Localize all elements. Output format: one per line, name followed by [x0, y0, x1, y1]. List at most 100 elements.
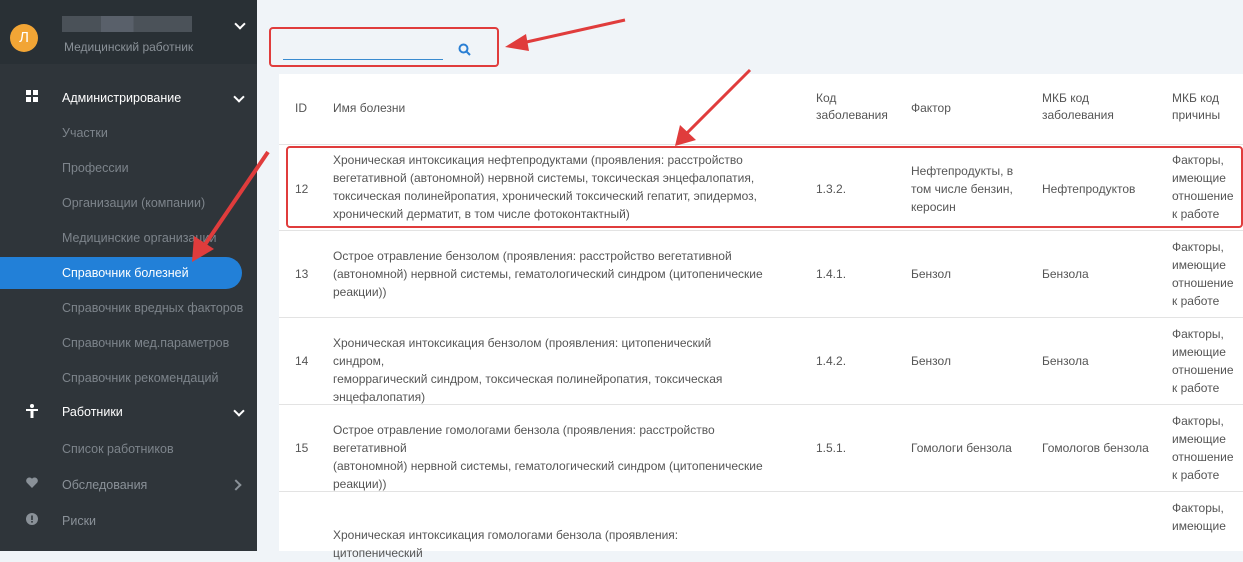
main-content: ID Имя болезни Код заболевания Фактор МКБ…: [257, 0, 1243, 560]
column-header-name[interactable]: Имя болезни: [333, 100, 405, 117]
cell-disease-name: Острое отравление бензолом (проявления: …: [333, 247, 763, 301]
table-row[interactable]: 14 Хроническая интоксикация бензолом (пр…: [279, 318, 1243, 405]
user-name-redacted: [62, 16, 192, 32]
cell-cause: Факторы, имеющие отношение к работе: [1172, 325, 1234, 397]
cell-factor: Бензол: [911, 267, 951, 281]
column-header-code-line2: заболевания: [816, 108, 888, 122]
sidebar-group-label: Обследования: [62, 478, 148, 492]
column-header-mkb-line1: МКБ код: [1042, 91, 1089, 105]
column-header-id[interactable]: ID: [295, 100, 307, 117]
search-input[interactable]: [283, 43, 443, 60]
sidebar-item-areas[interactable]: Участки: [0, 117, 257, 149]
table-row[interactable]: Хроническая интоксикация гомологами бенз…: [279, 492, 1243, 560]
sidebar-group-risks[interactable]: Риски: [0, 505, 257, 537]
cause-line: Факторы,: [1172, 501, 1224, 515]
user-profile[interactable]: Л Медицинский работник: [0, 0, 257, 64]
cell-mkb: Бензола: [1042, 354, 1089, 368]
sidebar-item-label: Список работников: [62, 442, 174, 456]
sidebar-group-workers[interactable]: Работники: [0, 396, 257, 428]
cell-mkb: Гомологов бензола: [1042, 441, 1149, 455]
column-header-mkb-line2: заболевания: [1042, 108, 1114, 122]
cause-line: к работе: [1172, 207, 1220, 221]
cell-code: 1.5.1.: [816, 441, 847, 455]
cell-code: 1.3.2.: [816, 182, 847, 196]
sidebar-item-label: Справочник вредных факторов: [62, 301, 244, 315]
sidebar-item-harmful-factors[interactable]: Справочник вредных факторов: [0, 292, 257, 324]
sidebar-item-label: Справочник рекомендаций: [62, 371, 219, 385]
name-line: Хроническая интоксикация нефтепродуктами…: [333, 153, 743, 167]
cell-id: 12: [295, 182, 309, 196]
column-header-code-line1: Код: [816, 91, 837, 105]
sidebar-item-organizations[interactable]: Организации (компании): [0, 187, 257, 219]
cell-disease-name: Хроническая интоксикация нефтепродуктами…: [333, 151, 763, 223]
cause-line: Факторы,: [1172, 153, 1224, 167]
name-line: (автономной) нервной системы, гематологи…: [333, 267, 763, 281]
cell-id: 14: [295, 354, 309, 368]
cell-id: 15: [295, 441, 309, 455]
cause-line: к работе: [1172, 381, 1220, 395]
factor-line: том числе бензин,: [911, 182, 1013, 196]
name-line: токсическая полинейропатия, хронический …: [333, 189, 757, 203]
heart-icon: [26, 477, 38, 491]
sidebar-item-worker-list[interactable]: Список работников: [0, 433, 257, 465]
alert-icon: [26, 513, 38, 528]
sidebar-item-label: Организации (компании): [62, 196, 206, 210]
name-line: вегетативной (автономной) нервной систем…: [333, 171, 755, 185]
cause-line: отношение: [1172, 363, 1234, 377]
cause-line: к работе: [1172, 468, 1220, 482]
name-line: геморрагический синдром, токсическая пол…: [333, 372, 723, 386]
sidebar-item-medical-parameters[interactable]: Справочник мед.параметров: [0, 327, 257, 359]
column-header-mkb[interactable]: МКБ код заболевания: [1042, 90, 1114, 124]
cell-mkb: Бензола: [1042, 267, 1089, 281]
cell-id: 13: [295, 267, 309, 281]
sidebar-item-label: Справочник болезней: [62, 266, 189, 280]
cell-code: 1.4.2.: [816, 354, 847, 368]
cause-line: имеющие: [1172, 258, 1226, 272]
cell-disease-name: Острое отравление гомологами бензола (пр…: [333, 421, 763, 493]
table-header: ID Имя болезни Код заболевания Фактор МКБ…: [279, 74, 1243, 145]
sidebar-item-medical-organizations[interactable]: Медицинские организации: [0, 222, 257, 254]
sidebar-item-professions[interactable]: Профессии: [0, 152, 257, 184]
sidebar-group-label: Работники: [62, 405, 123, 419]
name-line: Острое отравление бензолом (проявления: …: [333, 249, 732, 263]
cause-line: отношение: [1172, 450, 1234, 464]
column-header-code[interactable]: Код заболевания: [816, 90, 888, 124]
search-highlight-box: [269, 27, 499, 67]
table-row[interactable]: 12 Хроническая интоксикация нефтепродукт…: [279, 145, 1243, 231]
cell-disease-name: Хроническая интоксикация гомологами бенз…: [333, 528, 679, 560]
cell-cause: Факторы, имеющие отношение к работе: [1172, 151, 1234, 223]
cell-factor: Бензол: [911, 354, 951, 368]
sidebar-item-label: Профессии: [62, 161, 129, 175]
sidebar-item-diseases[interactable]: Справочник болезней: [0, 257, 242, 289]
chevron-down-icon[interactable]: [234, 18, 246, 30]
diseases-table: ID Имя болезни Код заболевания Фактор МКБ…: [279, 74, 1243, 560]
chevron-right-icon[interactable]: [230, 479, 242, 491]
column-header-factor[interactable]: Фактор: [911, 100, 951, 117]
chevron-down-icon[interactable]: [233, 405, 245, 417]
name-line: реакции)): [333, 285, 387, 299]
cell-code: 1.4.1.: [816, 267, 847, 281]
cause-line: Факторы,: [1172, 240, 1224, 254]
cause-line: Факторы,: [1172, 327, 1224, 341]
cause-line: отношение: [1172, 276, 1234, 290]
table-row[interactable]: 13 Острое отравление бензолом (проявлени…: [279, 231, 1243, 318]
chevron-down-icon[interactable]: [233, 91, 245, 103]
search-icon[interactable]: [458, 43, 471, 59]
column-header-cause-line1: МКБ код: [1172, 91, 1219, 105]
sidebar-group-administration[interactable]: Администрирование: [0, 82, 257, 114]
sidebar-group-label: Риски: [62, 514, 97, 528]
cell-cause: Факторы, имеющие: [1172, 499, 1226, 535]
column-header-cause[interactable]: МКБ код причины: [1172, 90, 1220, 124]
sidebar-item-recommendations[interactable]: Справочник рекомендаций: [0, 362, 257, 394]
sidebar-group-examinations[interactable]: Обследования: [0, 469, 257, 501]
sidebar-item-label: Участки: [62, 126, 108, 140]
cause-line: к работе: [1172, 294, 1220, 308]
cause-line: имеющие: [1172, 171, 1226, 185]
name-line: Острое отравление гомологами бензола (пр…: [333, 423, 715, 455]
factor-line: Нефтепродукты, в: [911, 164, 1014, 178]
avatar[interactable]: Л: [10, 24, 38, 52]
cell-factor: Гомологи бензола: [911, 441, 1012, 455]
cause-line: имеющие: [1172, 432, 1226, 446]
cause-line: Факторы,: [1172, 414, 1224, 428]
table-row[interactable]: 15 Острое отравление гомологами бензола …: [279, 405, 1243, 492]
